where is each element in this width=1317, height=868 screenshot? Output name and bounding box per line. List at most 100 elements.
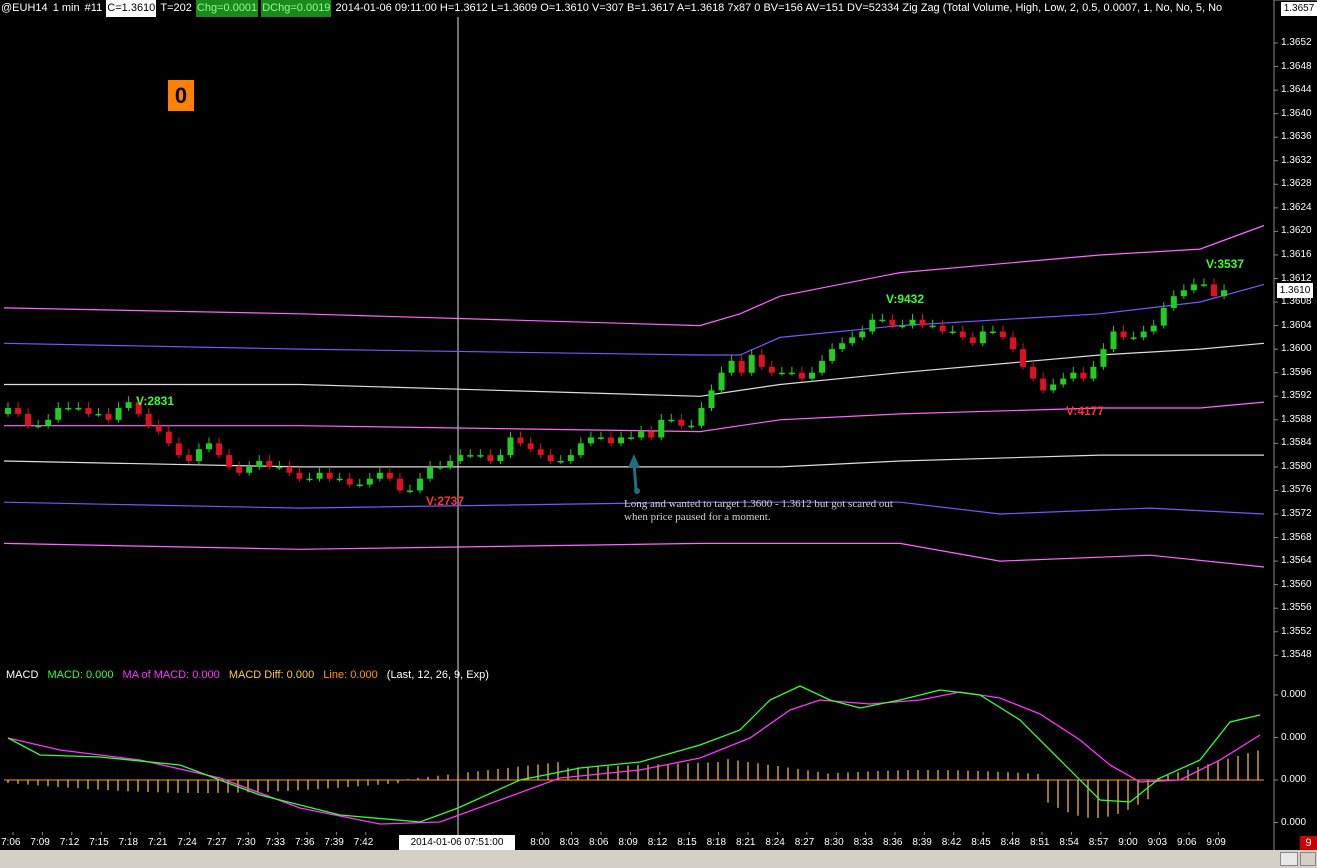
candle-body [286,466,293,473]
time-tick-label: 8:45 [971,837,991,848]
time-tick-label: 7:36 [295,837,315,848]
time-tick-label: 8:39 [912,837,932,848]
candle-body [155,425,162,432]
price-tick-label: 1.3640 [1281,107,1312,119]
candle-body [467,455,474,457]
time-tick-label: 7:39 [324,837,344,848]
candle-body [909,319,916,326]
time-tick-label: 7:12 [59,837,80,848]
candle-body [999,331,1006,338]
candle-body [1120,331,1127,338]
candle-body [55,408,62,420]
candle-body [949,331,956,333]
candle-body [1010,337,1016,350]
chart-header: @EUH14 1 min #11 C=1.3610 T=202 Chg=0.00… [0,0,1223,17]
candle-body [768,366,775,373]
time-tick-label: 7:33 [265,837,286,848]
macd-ma-line [7,691,1261,825]
price-tick-label: 1.3556 [1281,602,1312,614]
candle-body [809,372,815,379]
candle-body [1090,366,1097,379]
zigzag-volume-label: V:2831 [136,394,175,408]
candle-body [356,484,363,487]
candle-body [1100,349,1107,367]
candle-body [869,319,876,332]
candle-body [638,431,645,438]
candle-body [1110,331,1117,350]
price-tick-label: 1.3628 [1281,178,1312,190]
candle-body [989,331,996,333]
scrollbar-thumb[interactable] [1280,852,1298,866]
envelope-band-line [3,224,1265,327]
macd-legend-line: Line: 0.000 [323,669,378,681]
time-tick-label: 8:27 [794,837,815,848]
candle-body [266,461,273,467]
candle-body [366,478,373,485]
candle-body [477,455,484,457]
candle-body [1200,284,1207,286]
candle-body [45,419,52,426]
zigzag-volume-label: V:4177 [1066,404,1105,418]
candle-body [216,443,223,456]
horizontal-scrollbar[interactable] [0,850,1317,868]
candle-body [1040,378,1047,391]
candle-body [306,478,313,481]
candle-body [1180,290,1187,297]
time-tick-label: 8:48 [1000,837,1021,848]
time-tick-label: 7:15 [89,837,109,848]
candle-body [105,413,112,420]
candle-body [1080,372,1087,379]
price-tick-label: 1.3580 [1281,460,1312,472]
candle-body [889,319,896,326]
last-price-marker: 1.3610 [1277,283,1313,298]
candle-body [1020,349,1027,367]
price-tick-label: 1.3612 [1281,272,1312,284]
time-tick-label: 8:30 [824,837,844,848]
envelope-band-line [3,283,1265,356]
envelope-band-line [4,342,1265,397]
candle-body [437,466,444,469]
price-tick-label: 1.3616 [1281,248,1312,260]
candle-body [507,437,514,456]
time-tick-label: 7:18 [118,837,139,848]
price-tick-label: 1.3632 [1281,154,1312,166]
candle-body [256,461,263,467]
candle-body [145,413,152,426]
macd-line [7,685,1261,823]
scroll-right-button[interactable] [1300,852,1316,866]
price-tick-label: 1.3568 [1281,531,1312,543]
candle-body [316,472,323,479]
candle-body [296,472,303,479]
candle-body [276,466,283,469]
candle-body [165,431,172,444]
axis-ticks [12,42,1278,835]
candle-body [447,461,454,467]
candle-body [487,455,494,462]
macd-tick-label: 0.000 [1281,689,1307,700]
price-tick-label: 1.3644 [1281,84,1312,96]
candle-body [407,490,413,492]
position-badge: 0 [168,80,194,111]
macd-legend-params: (Last, 12, 26, 9, Exp) [386,669,489,681]
candle-body [75,408,82,410]
time-tick-label: 8:00 [530,837,550,848]
candle-body [919,319,926,326]
candle-body [587,437,594,444]
candle-body [758,355,765,367]
price-tick-label: 1.3552 [1281,625,1312,637]
time-tick-label: 7:21 [148,837,168,848]
ticks-value: T=202 [160,2,192,14]
time-tick-label: 8:42 [941,837,962,848]
candle-body [608,437,614,444]
candle-body [417,478,424,491]
price-tick-label: 1.3592 [1281,390,1312,402]
candle-body [597,437,604,439]
chart-canvas[interactable] [0,0,1317,868]
time-tick-label: 9:00 [1118,837,1138,848]
candle-body [35,425,42,428]
candle-body [1221,290,1228,297]
study-num-label: #11 [84,2,103,14]
macd-legend: MACD MACD: 0.000 MA of MACD: 0.000 MACD … [6,669,495,681]
time-tick-label: 8:33 [853,837,874,848]
candle-body [236,466,243,473]
